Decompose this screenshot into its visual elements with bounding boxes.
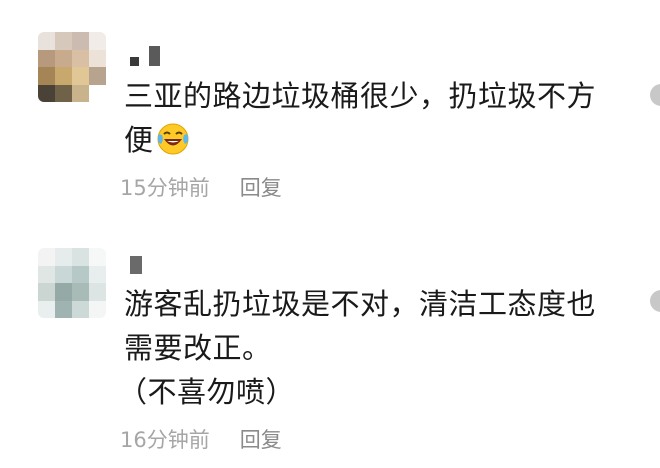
laughing-crying-emoji-icon — [157, 123, 189, 155]
comment-text: 三亚的路边垃圾桶很少，扔垃圾不方 便 — [124, 74, 624, 162]
avatar[interactable] — [38, 32, 106, 102]
comment-text: 游客乱扔垃圾是不对，清洁工态度也 需要改正。 （不喜勿喷） — [118, 282, 624, 414]
comment-timestamp: 16分钟前 — [120, 428, 210, 452]
reply-button[interactable]: 回复 — [240, 424, 282, 454]
comment-text-line: 游客乱扔垃圾是不对，清洁工态度也 — [124, 287, 597, 321]
comment-meta: 15分钟前 回复 — [120, 172, 282, 202]
side-indicator-icon — [650, 84, 660, 106]
comment-text-line: 便 — [124, 118, 624, 162]
comment-text-line: 需要改正。 — [124, 331, 272, 365]
avatar[interactable] — [38, 248, 106, 318]
reply-button[interactable]: 回复 — [240, 172, 282, 202]
comment-timestamp: 15分钟前 — [120, 176, 210, 200]
username-blurred[interactable] — [130, 256, 142, 274]
username-blurred[interactable] — [130, 46, 160, 66]
comment-list: 三亚的路边垃圾桶很少，扔垃圾不方 便 15分钟前 回复 游客乱扔垃圾是不对，清洁… — [0, 0, 660, 468]
comment-text-fragment: 便 — [124, 123, 154, 157]
comment-text-line: 三亚的路边垃圾桶很少，扔垃圾不方 — [124, 79, 597, 113]
comment-text-line: （不喜勿喷） — [118, 375, 296, 409]
side-indicator-icon — [650, 290, 660, 312]
comment-meta: 16分钟前 回复 — [120, 424, 282, 454]
